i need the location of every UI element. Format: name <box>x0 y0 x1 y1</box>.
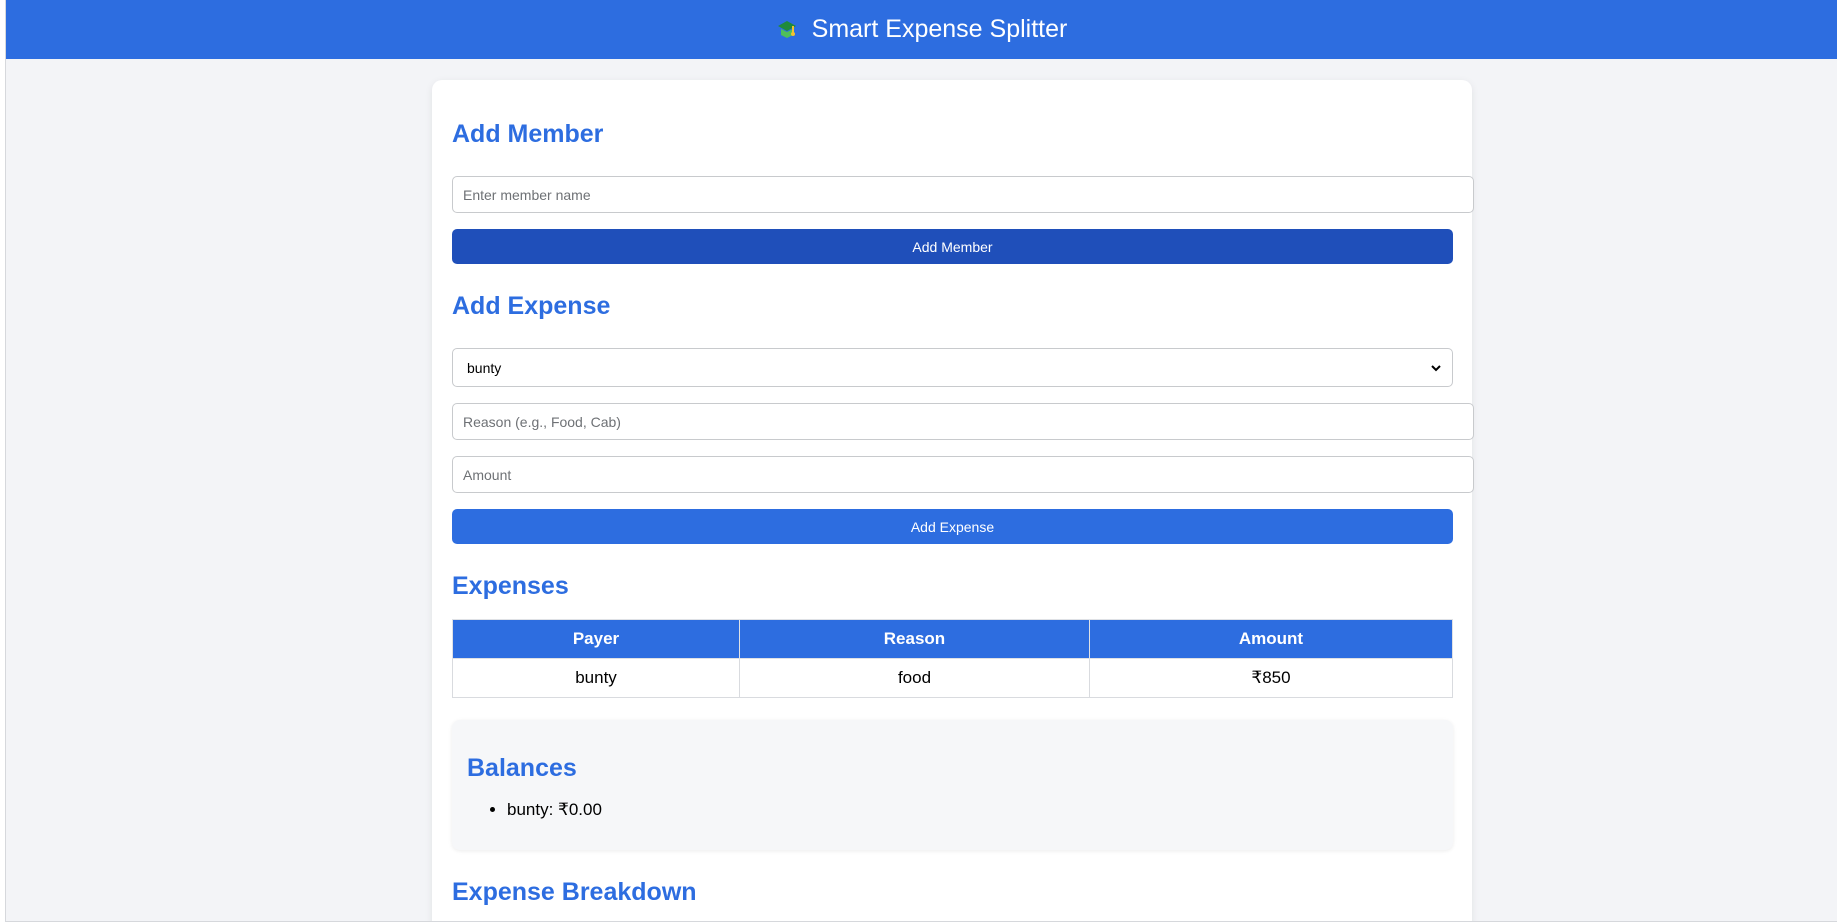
add-member-heading: Add Member <box>452 120 604 148</box>
table-header-row: Payer Reason Amount <box>452 619 1453 659</box>
money-cap-icon <box>777 20 796 38</box>
table-row: bunty food ₹850 <box>452 658 1453 698</box>
column-header-reason: Reason <box>739 619 1090 659</box>
add-expense-button[interactable]: Add Expense <box>452 509 1453 544</box>
main-card: Add Member Add Member Add Expense bunty … <box>432 80 1474 921</box>
balance-item: bunty: ₹0.00 <box>507 800 602 820</box>
column-header-amount: Amount <box>1089 619 1453 659</box>
cell-reason: food <box>739 658 1090 698</box>
add-expense-heading: Add Expense <box>452 292 611 320</box>
balances-heading: Balances <box>467 754 577 782</box>
balances-list: bunty: ₹0.00 <box>467 800 602 820</box>
app-header: Smart Expense Splitter <box>6 0 1837 59</box>
amount-input[interactable] <box>452 456 1474 493</box>
app-title: Smart Expense Splitter <box>811 15 1068 43</box>
payer-selected-value: bunty <box>467 359 502 376</box>
app-frame: Smart Expense Splitter Add Member Add Me… <box>5 0 1837 922</box>
balances-panel: Balances bunty: ₹0.00 <box>452 720 1453 850</box>
member-name-input[interactable] <box>452 176 1474 213</box>
chevron-down-icon <box>1431 364 1441 371</box>
expenses-table: Payer Reason Amount bunty food ₹850 <box>452 619 1453 698</box>
reason-input[interactable] <box>452 403 1474 440</box>
payer-select[interactable]: bunty <box>452 348 1453 387</box>
add-member-button[interactable]: Add Member <box>452 229 1453 264</box>
expenses-heading: Expenses <box>452 572 569 600</box>
column-header-payer: Payer <box>452 619 740 659</box>
expense-breakdown-heading: Expense Breakdown <box>452 878 697 906</box>
cell-amount: ₹850 <box>1089 658 1453 698</box>
cell-payer: bunty <box>452 658 740 698</box>
